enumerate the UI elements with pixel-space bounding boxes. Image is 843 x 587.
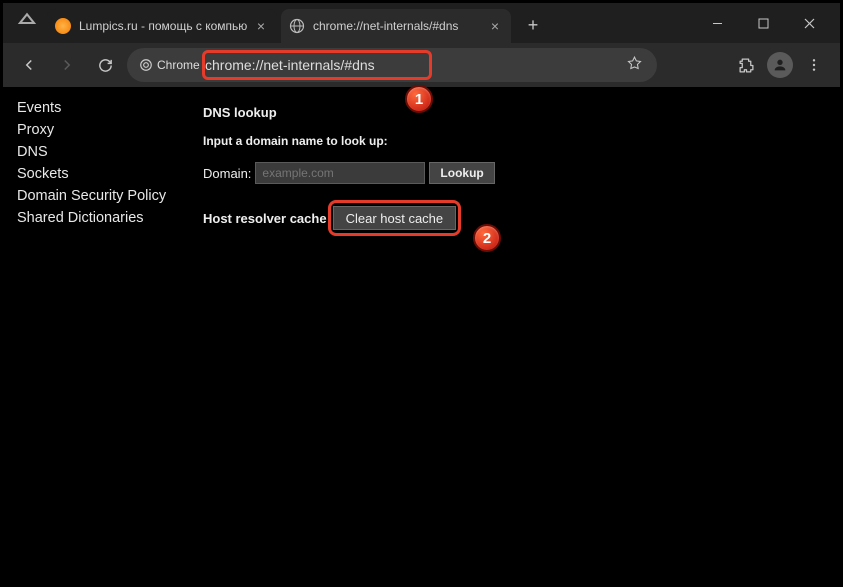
- content: Events Proxy DNS Sockets Domain Security…: [3, 87, 840, 584]
- sidebar: Events Proxy DNS Sockets Domain Security…: [3, 87, 193, 584]
- address-bar-wrap: Chrome chrome://net-internals/#dns: [127, 48, 657, 82]
- forward-button[interactable]: [51, 49, 83, 81]
- extensions-button[interactable]: [730, 49, 762, 81]
- maximize-button[interactable]: [740, 7, 786, 39]
- dns-instruction: Input a domain name to look up:: [203, 134, 830, 148]
- sidebar-item-shared-dict[interactable]: Shared Dictionaries: [3, 207, 193, 229]
- main-panel: DNS lookup Input a domain name to look u…: [193, 87, 840, 584]
- callout-badge-1: 1: [405, 85, 433, 113]
- toolbar: Chrome chrome://net-internals/#dns: [3, 43, 840, 87]
- back-button[interactable]: [13, 49, 45, 81]
- profile-button[interactable]: [764, 49, 796, 81]
- window-controls: [694, 3, 832, 43]
- dns-lookup-heading: DNS lookup: [203, 105, 830, 120]
- menu-button[interactable]: [798, 49, 830, 81]
- tab-title: chrome://net-internals/#dns: [313, 19, 483, 33]
- cache-row: Host resolver cache Clear host cache 2: [203, 206, 830, 230]
- tab-search-button[interactable]: [13, 9, 41, 37]
- tab-lumpics[interactable]: Lumpics.ru - помощь с компью ×: [47, 9, 277, 43]
- close-window-button[interactable]: [786, 7, 832, 39]
- chrome-chip[interactable]: Chrome: [133, 52, 206, 78]
- address-bar[interactable]: chrome://net-internals/#dns: [127, 48, 657, 82]
- lookup-button[interactable]: Lookup: [429, 162, 494, 184]
- chrome-chip-label: Chrome: [157, 58, 200, 72]
- domain-label: Domain:: [203, 166, 251, 181]
- reload-button[interactable]: [89, 49, 121, 81]
- sidebar-item-proxy[interactable]: Proxy: [3, 119, 193, 141]
- domain-input[interactable]: [255, 162, 425, 184]
- favicon-globe-icon: [289, 18, 305, 34]
- titlebar: Lumpics.ru - помощь с компью × chrome://…: [3, 3, 840, 43]
- sidebar-item-sockets[interactable]: Sockets: [3, 163, 193, 185]
- favicon-orange-icon: [55, 18, 71, 34]
- domain-row: Domain: Lookup: [203, 162, 830, 184]
- bookmark-star-icon[interactable]: [626, 55, 643, 75]
- tab-title: Lumpics.ru - помощь с компью: [79, 19, 249, 33]
- callout-badge-2: 2: [473, 224, 501, 252]
- clear-host-cache-button[interactable]: Clear host cache: [333, 206, 457, 230]
- url-text: chrome://net-internals/#dns: [205, 57, 375, 73]
- cache-label: Host resolver cache: [203, 211, 327, 226]
- sidebar-item-domain-security[interactable]: Domain Security Policy: [3, 185, 193, 207]
- tab-net-internals[interactable]: chrome://net-internals/#dns ×: [281, 9, 511, 43]
- minimize-button[interactable]: [694, 7, 740, 39]
- sidebar-item-dns[interactable]: DNS: [3, 141, 193, 163]
- tab-close-button[interactable]: ×: [487, 18, 503, 34]
- new-tab-button[interactable]: +: [519, 11, 547, 39]
- tab-close-button[interactable]: ×: [253, 18, 269, 34]
- avatar-icon: [767, 52, 793, 78]
- sidebar-item-events[interactable]: Events: [3, 97, 193, 119]
